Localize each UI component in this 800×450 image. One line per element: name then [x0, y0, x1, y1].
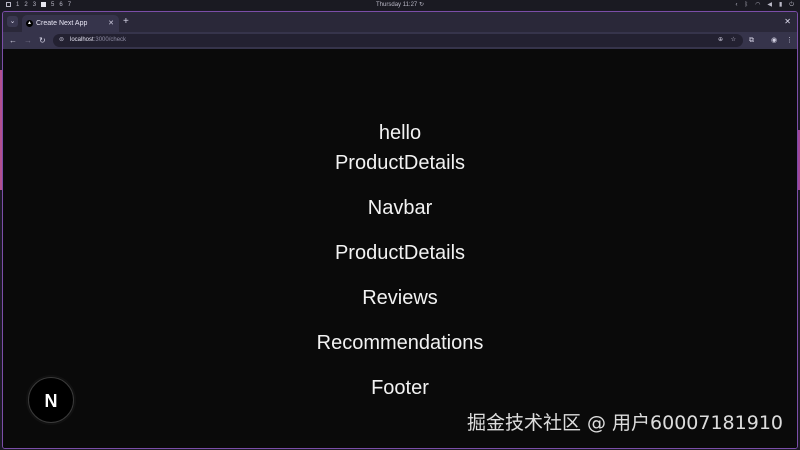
arrow-left-icon[interactable]: ← [9, 32, 17, 49]
nextjs-dev-tools-button[interactable]: N [28, 377, 74, 423]
profile-icon[interactable]: ◉ [771, 32, 777, 49]
tab-strip: ⌄ ▲ Create Next App ✕ + ✕ [3, 12, 797, 32]
battery-icon[interactable]: ▮ [779, 0, 782, 10]
os-top-bar: 1 2 3 5 6 7 Thursday 11:27 ↻ ‹ ᛒ ◠ ◀ ▮ ⏻ [0, 0, 800, 10]
tab-title: Create Next App [36, 20, 88, 27]
address-bar[interactable]: ⊜ localhost:3000/check ⊕ ☆ [53, 34, 743, 47]
puzzle-icon[interactable]: ⧉ [749, 32, 754, 49]
url-host: localhost [70, 37, 94, 43]
nextjs-logo-icon: N [44, 391, 58, 411]
power-icon[interactable]: ⏻ [789, 0, 794, 10]
browser-toolbar: ← → ↻ ⊜ localhost:3000/check ⊕ ☆ ⧉ ◉ ⋮ [3, 32, 797, 49]
watermark: 掘金技术社区 @ 用户60007181910 [466, 412, 783, 434]
reload-icon[interactable]: ↻ [39, 32, 46, 49]
url-text[interactable]: localhost:3000/check [70, 34, 126, 47]
kebab-menu-icon[interactable]: ⋮ [786, 32, 793, 49]
text-product-details-1: ProductDetails [334, 152, 466, 174]
text-footer: Footer [371, 377, 429, 399]
arrow-right-icon[interactable]: → [24, 32, 32, 49]
bluetooth-icon[interactable]: ᛒ [744, 0, 748, 10]
os-clock[interactable]: Thursday 11:27 ↻ [0, 0, 800, 10]
plus-icon[interactable]: + [123, 16, 129, 27]
close-icon[interactable]: ✕ [108, 15, 114, 32]
clock-text: Thursday 11:27 [376, 2, 418, 8]
nextjs-favicon-icon: ▲ [26, 20, 33, 27]
tab-create-next-app[interactable]: ▲ Create Next App ✕ [22, 15, 119, 32]
volume-icon[interactable]: ◀ [767, 0, 772, 10]
text-recommendations: Recommendations [316, 332, 484, 354]
text-product-details-2: ProductDetails [334, 242, 466, 264]
window-close-icon[interactable]: ✕ [784, 16, 791, 27]
text-hello: hello [378, 122, 422, 144]
url-path: :3000/check [93, 37, 127, 43]
sync-icon: ↻ [418, 2, 424, 8]
zoom-icon[interactable]: ⊕ [718, 34, 723, 47]
wifi-icon[interactable]: ◠ [755, 0, 760, 10]
text-reviews: Reviews [362, 287, 438, 309]
chevron-left-icon[interactable]: ‹ [735, 0, 737, 10]
star-icon[interactable]: ☆ [731, 34, 736, 47]
system-tray: ‹ ᛒ ◠ ◀ ▮ ⏻ [735, 0, 794, 10]
site-info-icon[interactable]: ⊜ [59, 34, 64, 47]
text-navbar: Navbar [367, 197, 433, 219]
page-content: hello ProductDetails Navbar ProductDetai… [3, 49, 797, 448]
chevron-down-icon[interactable]: ⌄ [7, 16, 18, 27]
browser-window: ⌄ ▲ Create Next App ✕ + ✕ ← → ↻ ⊜ localh… [2, 11, 798, 449]
